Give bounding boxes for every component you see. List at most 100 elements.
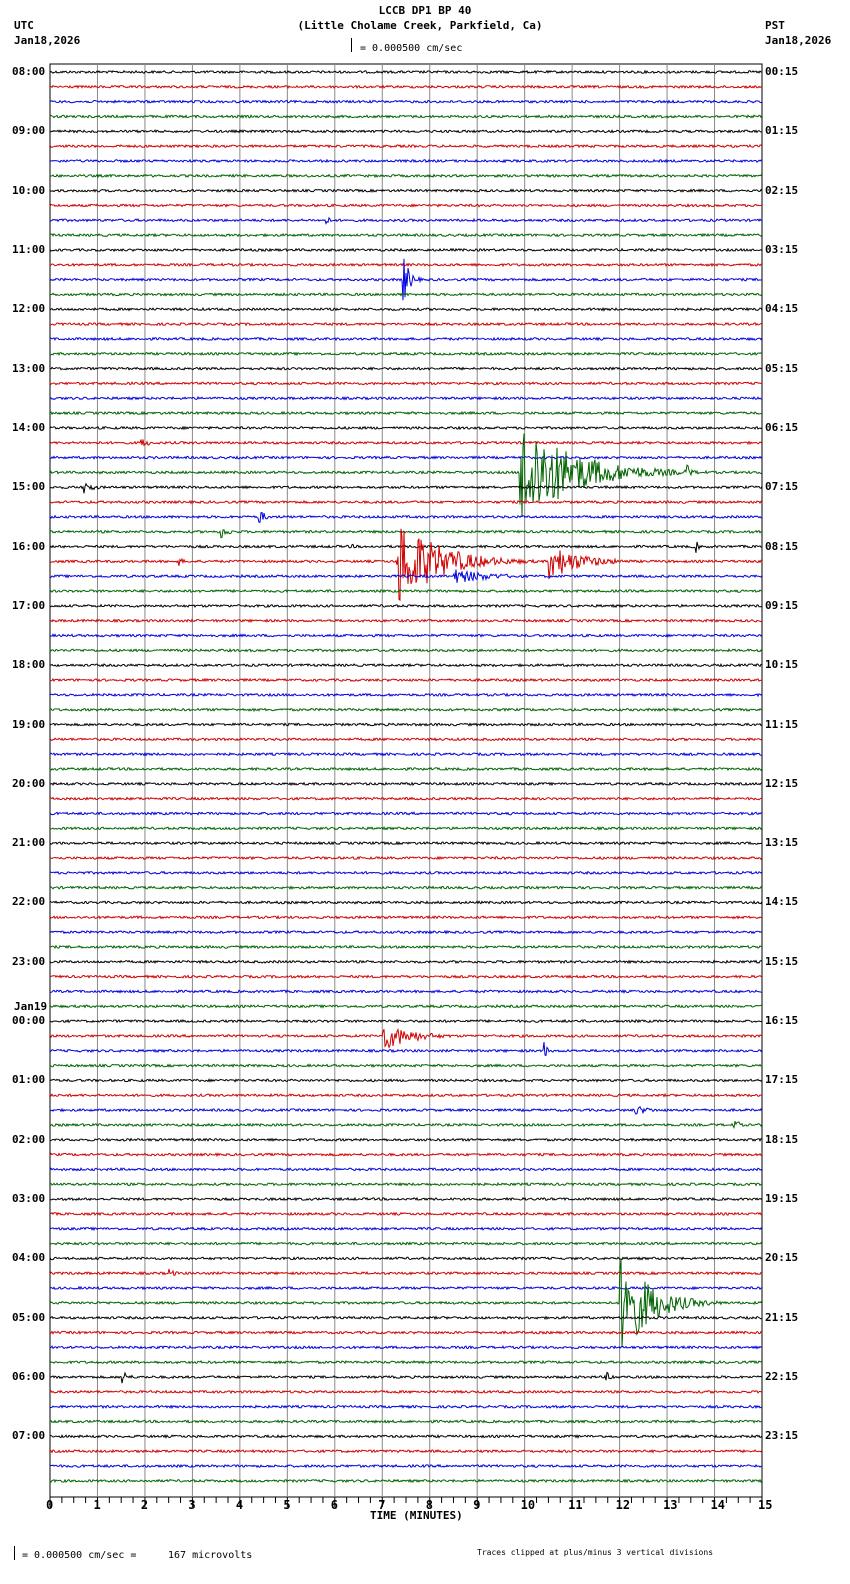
seismic-trace <box>50 662 763 668</box>
footer-microvolts: 167 microvolts <box>168 1550 253 1561</box>
pst-hour-label: 19:15 <box>765 1192 799 1206</box>
pst-hour-label: 13:15 <box>765 836 799 850</box>
seismic-trace <box>49 129 763 134</box>
seismic-trace <box>49 306 763 312</box>
seismic-trace <box>49 1315 763 1321</box>
seismic-trace <box>49 766 763 772</box>
seismic-trace <box>49 173 763 179</box>
utc-hour-label: 03:00 <box>12 1192 46 1206</box>
seismic-trace <box>49 99 763 104</box>
seismic-trace <box>49 482 763 494</box>
seismic-trace <box>49 381 762 386</box>
seismic-trace <box>49 870 763 876</box>
x-tick-label: 12 <box>615 1498 631 1512</box>
seismic-trace <box>49 425 763 431</box>
x-tick-label: 9 <box>473 1498 481 1512</box>
utc-hour-label: 11:00 <box>12 242 46 256</box>
pst-hour-label: 12:15 <box>765 776 799 790</box>
seismic-trace <box>49 722 763 727</box>
utc-hour-label: 08:00 <box>12 65 46 78</box>
utc-hour-label: 23:00 <box>12 954 46 968</box>
x-axis-label: TIME (MINUTES) <box>370 1509 463 1522</box>
utc-hour-label: 01:00 <box>12 1073 46 1087</box>
x-tick-label: 4 <box>235 1498 244 1512</box>
utc-hour-label: 19:00 <box>12 717 46 731</box>
seismic-trace <box>49 1167 763 1172</box>
x-tick-label: 13 <box>663 1498 678 1512</box>
seismic-trace <box>49 1404 762 1410</box>
seismic-trace <box>49 900 763 905</box>
x-tick-label: 11 <box>568 1498 583 1512</box>
seismic-trace <box>49 692 763 698</box>
x-tick-label: 10 <box>520 1498 536 1512</box>
seismic-trace <box>49 840 763 846</box>
utc-hour-label: 15:00 <box>12 480 46 494</box>
seismic-trace <box>49 781 763 787</box>
seismic-trace <box>49 439 763 447</box>
seismic-trace <box>49 366 763 371</box>
seismic-trace <box>49 247 763 253</box>
utc-hour-label: 04:00 <box>12 1251 46 1265</box>
seismic-trace <box>49 1359 763 1365</box>
x-tick-label: 6 <box>330 1498 339 1512</box>
x-tick-label: 5 <box>283 1498 291 1512</box>
seismic-trace <box>49 1018 763 1024</box>
x-tick-label: 1 <box>93 1498 101 1512</box>
seismic-trace <box>49 1433 763 1439</box>
seismic-trace <box>49 1092 763 1098</box>
seismic-trace <box>49 69 763 75</box>
seismic-trace <box>49 410 763 416</box>
utc-hour-label: 05:00 <box>12 1310 46 1324</box>
seismic-trace <box>49 1256 763 1261</box>
utc-hour-label: 22:00 <box>12 895 46 909</box>
seismic-trace <box>49 569 763 583</box>
seismic-trace <box>49 114 763 119</box>
utc-hour-label: 12:00 <box>12 302 46 316</box>
seismic-trace <box>49 158 763 164</box>
footer-scale: = 0.000500 cm/sec = <box>22 1550 137 1561</box>
pst-hour-label: 18:15 <box>765 1132 799 1146</box>
date-change-label: Jan19 <box>14 1000 48 1014</box>
seismic-trace <box>49 974 763 979</box>
seismic-trace <box>49 826 763 831</box>
seismic-trace <box>49 1344 763 1350</box>
seismic-trace <box>49 1181 763 1187</box>
seismic-trace <box>49 1463 763 1469</box>
x-tick-label: 0 <box>46 1498 54 1512</box>
pst-hour-label: 09:15 <box>765 598 799 612</box>
pst-hour-label: 03:15 <box>765 242 799 256</box>
seismic-trace <box>49 1389 763 1395</box>
seismic-trace <box>49 677 763 683</box>
seismic-trace <box>49 959 763 965</box>
seismic-trace <box>49 351 763 357</box>
seismic-trace <box>49 336 763 342</box>
seismic-trace <box>49 84 763 90</box>
utc-hour-label: 13:00 <box>12 361 46 375</box>
pst-hour-label: 05:15 <box>765 361 799 375</box>
pst-hour-label: 14:15 <box>765 895 799 909</box>
pst-hour-label: 07:15 <box>765 480 799 494</box>
seismic-trace <box>49 529 763 539</box>
seismic-trace <box>49 1137 763 1143</box>
x-tick-label: 15 <box>758 1498 773 1512</box>
utc-hour-label: 18:00 <box>12 658 46 672</box>
seismic-trace <box>49 1196 763 1202</box>
seismic-trace <box>49 1152 763 1158</box>
seismic-trace <box>49 1226 763 1232</box>
utc-hour-label: 10:00 <box>12 183 46 197</box>
seismic-trace <box>49 396 763 401</box>
pst-hour-label: 22:15 <box>765 1370 799 1384</box>
seismic-trace <box>49 203 763 208</box>
seismic-trace <box>49 1371 763 1384</box>
seismic-trace <box>49 433 763 517</box>
seismic-trace <box>49 1211 763 1217</box>
seismic-trace <box>49 885 763 890</box>
pst-hour-label: 02:15 <box>765 183 799 197</box>
seismic-trace <box>49 811 763 816</box>
seismic-trace <box>49 232 763 238</box>
utc-hour-label: 16:00 <box>12 539 46 553</box>
seismic-trace <box>50 707 763 713</box>
utc-hour-label: 14:00 <box>12 420 46 434</box>
seismic-trace <box>49 1330 763 1335</box>
seismic-trace <box>49 1003 763 1009</box>
